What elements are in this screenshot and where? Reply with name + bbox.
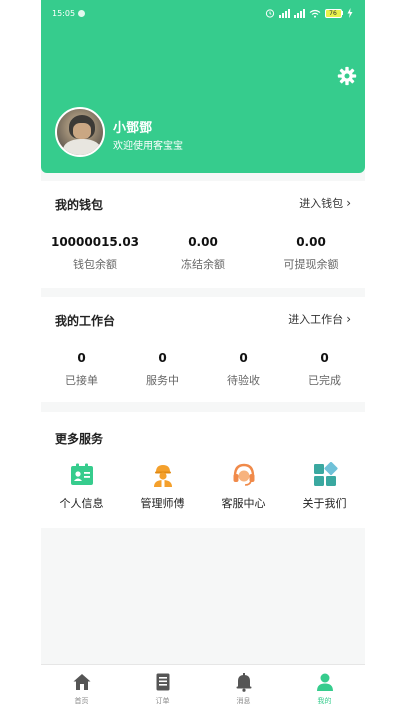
service-label: 客服中心 [221, 497, 266, 510]
wallet-stats: 10000015.03 钱包余额 0.00 冻结余额 0.00 可提现余额 [41, 235, 365, 272]
signal-icon-2 [293, 8, 305, 18]
avatar[interactable] [55, 107, 105, 157]
stat-label: 服务中 [146, 374, 179, 387]
stat-accepted[interactable]: 0 已接单 [41, 351, 122, 388]
service-personal-info[interactable]: 个人信息 [41, 462, 122, 511]
notification-icon [78, 10, 86, 17]
status-bar: 15:05 76 [41, 0, 365, 28]
stat-value: 0 [320, 351, 329, 365]
tab-label: 订单 [155, 697, 170, 705]
services-row: 个人信息 管理师傅 客服中心 关于我们 [41, 462, 365, 511]
status-icons: 76 [265, 8, 354, 18]
home-icon [73, 674, 90, 690]
service-label: 个人信息 [59, 497, 104, 510]
tab-messages[interactable]: 消息 [203, 665, 284, 720]
charging-icon [347, 8, 353, 18]
stat-value: 0.00 [188, 235, 218, 249]
alarm-icon [265, 9, 274, 18]
enter-wallet-link[interactable]: 进入钱包 › [299, 195, 351, 211]
tab-label: 我的 [317, 697, 332, 705]
workbench-title: 我的工作台 [55, 314, 116, 328]
workbench-card: 我的工作台 进入工作台 › 0 已接单 0 服务中 0 待验收 0 已完成 [41, 297, 365, 402]
stat-value: 0 [158, 351, 167, 365]
welcome-text: 欢迎使用客宝宝 [113, 141, 183, 152]
signal-icon [278, 8, 290, 18]
enter-wallet-label: 进入钱包 [299, 197, 344, 210]
wallet-card: 我的钱包 进入钱包 › 10000015.03 钱包余额 0.00 冻结余额 0… [41, 181, 365, 288]
service-customer-center[interactable]: 客服中心 [203, 462, 284, 511]
worker-icon [153, 465, 172, 487]
status-time-group: 15:05 [52, 9, 86, 18]
withdrawable-balance[interactable]: 0.00 可提现余额 [257, 235, 365, 272]
grid-icon [313, 462, 338, 486]
stat-value: 0 [239, 351, 248, 365]
bottom-tab-bar: 首页 订单 消息 我的 [41, 664, 365, 720]
wallet-title: 我的钱包 [55, 198, 104, 212]
status-time: 15:05 [52, 9, 76, 18]
profile-header: 15:05 76 小鄧鄧 欢迎使用客宝宝 [41, 0, 365, 173]
chevron-right-icon: › [346, 196, 351, 210]
id-card-icon [70, 463, 93, 485]
stat-value: 0 [77, 351, 86, 365]
tab-label: 消息 [236, 697, 251, 705]
stat-label: 钱包余额 [73, 258, 117, 271]
user-icon [316, 673, 333, 691]
bell-icon [236, 673, 251, 692]
user-name: 小鄧鄧 [113, 121, 153, 136]
service-label: 管理师傅 [140, 497, 185, 510]
tab-home[interactable]: 首页 [41, 665, 122, 720]
stat-value: 10000015.03 [50, 235, 140, 249]
stat-label: 待验收 [227, 374, 260, 387]
order-icon [156, 673, 169, 691]
app-screen: 15:05 76 小鄧鄧 欢迎使用客宝宝 我的钱包 进入钱包 › 1000001… [41, 0, 365, 720]
services-title: 更多服务 [55, 432, 104, 446]
enter-workbench-link[interactable]: 进入工作台 › [288, 311, 351, 327]
wifi-icon [309, 9, 320, 18]
battery-level: 76 [324, 8, 342, 18]
wallet-balance[interactable]: 10000015.03 钱包余额 [41, 235, 149, 272]
stat-pending-review[interactable]: 0 待验收 [203, 351, 284, 388]
stat-label: 已完成 [308, 374, 341, 387]
stat-value: 0.00 [296, 235, 326, 249]
enter-workbench-label: 进入工作台 [288, 313, 344, 326]
service-label: 关于我们 [302, 497, 347, 510]
stat-completed[interactable]: 0 已完成 [284, 351, 365, 388]
chevron-right-icon: › [346, 312, 351, 326]
stat-in-service[interactable]: 0 服务中 [122, 351, 203, 388]
workbench-stats: 0 已接单 0 服务中 0 待验收 0 已完成 [41, 351, 365, 388]
tab-label: 首页 [74, 697, 89, 705]
service-about-us[interactable]: 关于我们 [284, 462, 365, 511]
frozen-balance[interactable]: 0.00 冻结余额 [149, 235, 257, 272]
stat-label: 可提现余额 [283, 258, 339, 271]
gear-icon[interactable] [337, 66, 357, 86]
stat-label: 已接单 [65, 374, 98, 387]
battery-icon: 76 [324, 8, 343, 18]
stat-label: 冻结余额 [181, 258, 225, 271]
tab-mine[interactable]: 我的 [284, 665, 365, 720]
service-manage-workers[interactable]: 管理师傅 [122, 462, 203, 511]
tab-orders[interactable]: 订单 [122, 665, 203, 720]
headset-icon [233, 463, 254, 486]
